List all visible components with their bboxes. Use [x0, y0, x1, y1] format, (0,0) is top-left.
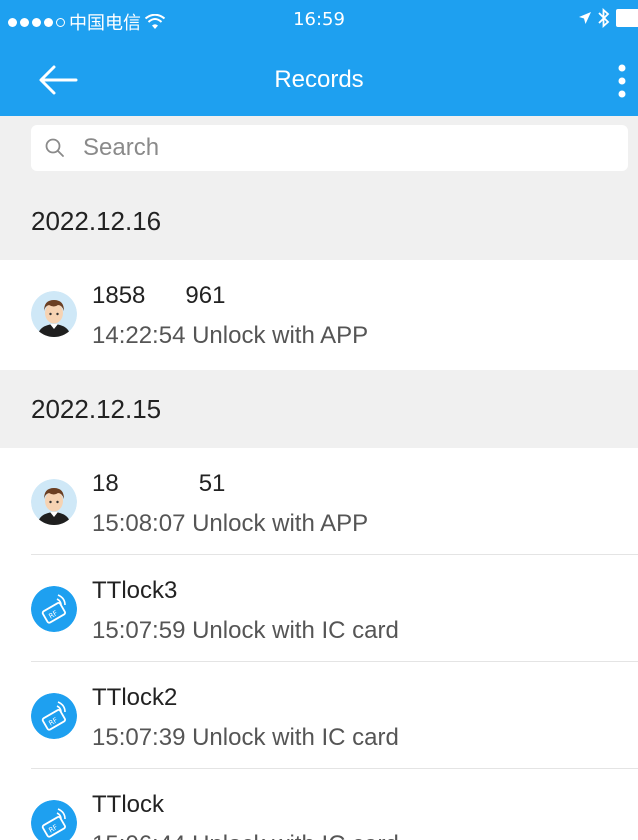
location-arrow-icon: [579, 12, 591, 24]
record-item[interactable]: RF TTlock2 15:07:39 Unlock with IC card: [0, 662, 638, 769]
more-menu-button[interactable]: [608, 62, 632, 102]
record-name: TTlock: [92, 791, 164, 818]
record-detail: 14:22:54 Unlock with APP: [92, 322, 369, 349]
ic-card-icon: RF: [31, 800, 77, 840]
more-vertical-icon: [618, 64, 626, 98]
record-item[interactable]: RF TTlock 15:06:44 Unlock with IC card: [0, 769, 638, 840]
ic-card-icon: RF: [31, 586, 77, 632]
user-avatar-icon: [31, 291, 77, 337]
date-label: 2022.12.16: [31, 206, 162, 236]
record-item[interactable]: 18 51 15:08:07 Unlock with APP: [0, 448, 638, 555]
record-detail: 15:06:44 Unlock with IC card: [92, 831, 399, 840]
bluetooth-icon: [598, 8, 610, 28]
record-name: 1858 961: [92, 282, 226, 309]
user-avatar-icon: [31, 479, 77, 525]
record-item[interactable]: RF TTlock3 15:07:59 Unlock with IC card: [0, 555, 638, 662]
search-box[interactable]: [31, 125, 628, 171]
record-item[interactable]: 1858 961 14:22:54 Unlock with APP: [0, 260, 638, 370]
date-header: 2022.12.15: [0, 370, 638, 448]
search-input[interactable]: [81, 133, 605, 163]
record-detail: 15:07:59 Unlock with IC card: [92, 617, 399, 644]
date-header: 2022.12.16: [0, 182, 638, 260]
ic-card-icon: RF: [31, 693, 77, 739]
record-name: 18 51: [92, 470, 226, 497]
status-time: 16:59: [293, 9, 345, 30]
records-screen: 中国电信 16:59 Records Search 2022.12.16 185…: [0, 0, 638, 840]
status-bar: 中国电信 16:59: [0, 0, 638, 40]
page-title: Records: [274, 66, 364, 93]
record-detail: 15:07:39 Unlock with IC card: [92, 724, 399, 751]
status-right: [578, 8, 638, 28]
record-name: TTlock2: [92, 684, 178, 711]
date-label: 2022.12.15: [31, 394, 162, 424]
record-detail: 15:08:07 Unlock with APP: [92, 510, 369, 537]
battery-icon: [616, 9, 638, 27]
record-name: TTlock3: [92, 577, 178, 604]
navigation-bar: Records: [0, 40, 638, 116]
search-icon: [45, 138, 64, 157]
search-bar: [0, 116, 638, 182]
